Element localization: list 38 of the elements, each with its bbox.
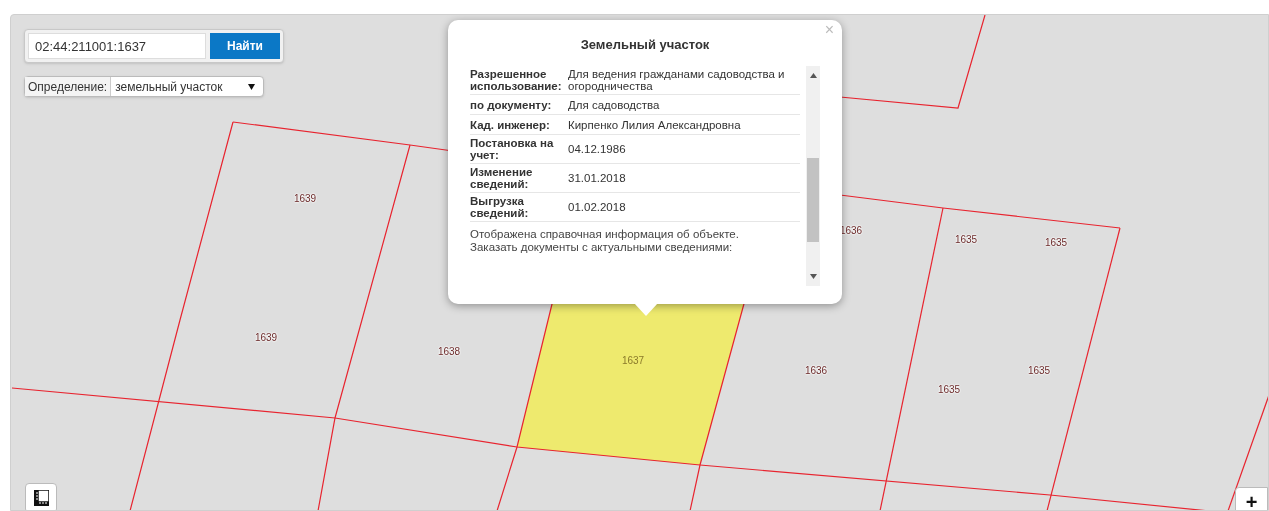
parcel-number: 1639 <box>254 333 278 343</box>
parcel-number: 1636 <box>839 226 863 236</box>
field-label: по документу: <box>470 98 553 111</box>
field-label: Изменение сведений: <box>470 166 534 190</box>
scroll-up-icon[interactable] <box>809 73 817 78</box>
reference-note: Отображена справочная информация об объекте. Заказать документы с актуальными сведениями: <box>470 228 740 254</box>
parcel-number: 1638 <box>437 347 461 357</box>
field-label: Разрешенное использование: <box>470 68 563 92</box>
field-value: Для ведения гражданами садоводства и огородничества <box>568 68 786 92</box>
parcel-number: 1639 <box>293 194 317 204</box>
popup-pointer <box>634 303 658 316</box>
parcel-number: 1635 <box>937 385 961 395</box>
measure-button[interactable] <box>25 483 57 510</box>
field-value: Для садоводства <box>568 98 661 111</box>
field-label: Кад. инженер: <box>470 118 551 131</box>
field-value: Кирпенко Лилия Александровна <box>568 118 742 131</box>
popup-scrollbar[interactable] <box>806 66 820 286</box>
field-value: 04.12.1986 <box>568 143 627 155</box>
scroll-down-icon[interactable] <box>809 274 817 279</box>
find-button[interactable]: Найти <box>210 33 280 59</box>
field-label: Постановка на учет: <box>470 137 555 161</box>
popup-title: Земельный участок <box>579 35 711 54</box>
parcel-number: 1637 <box>621 356 645 366</box>
ruler-icon <box>33 490 49 506</box>
cadastral-number-field[interactable]: 02:44:211001:1637 <box>28 33 206 59</box>
field-label: Выгрузка сведений: <box>470 195 530 219</box>
dropdown-caret-icon <box>248 83 256 90</box>
identify-label: Определение: <box>25 77 112 96</box>
parcel-number: 1635 <box>954 235 978 245</box>
field-value: 01.02.2018 <box>568 201 627 213</box>
identify-select[interactable]: Определение: земельный участок <box>24 76 265 97</box>
zoom-in-button[interactable]: + <box>1235 487 1268 510</box>
identify-value: земельный участок <box>114 78 224 96</box>
parcel-number: 1635 <box>1027 366 1051 376</box>
scrollbar-thumb[interactable] <box>807 158 819 242</box>
field-value: 31.01.2018 <box>568 172 627 184</box>
parcel-number: 1635 <box>1044 238 1068 248</box>
parcel-number: 1636 <box>804 366 828 376</box>
